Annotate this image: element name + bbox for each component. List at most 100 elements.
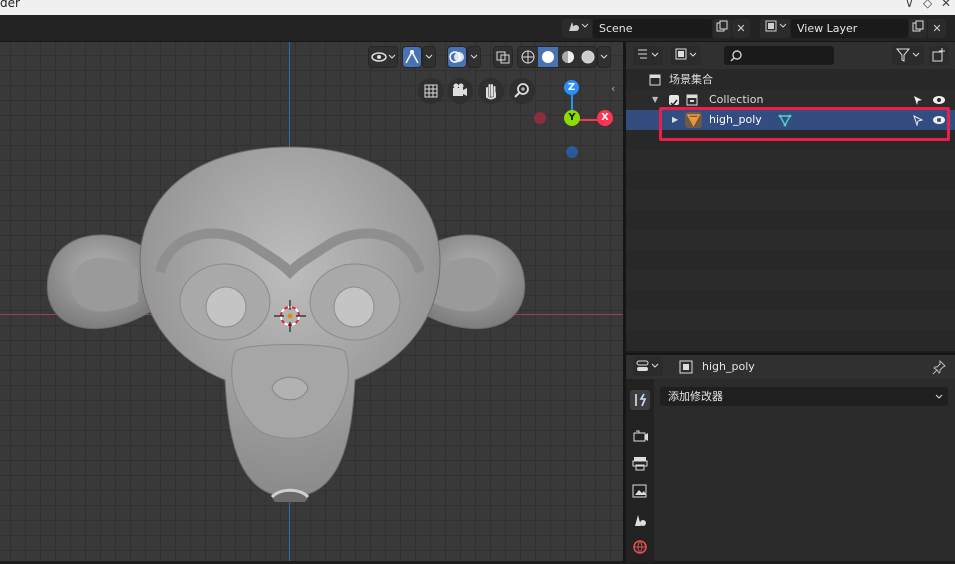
overlays-dropdown-chevron[interactable]	[467, 46, 481, 68]
tab-world[interactable]	[630, 537, 650, 557]
hand-icon	[486, 84, 496, 100]
outliner-search-input[interactable]	[724, 46, 834, 65]
copy-scene-icon[interactable]	[713, 19, 731, 38]
camera-icon	[453, 83, 467, 96]
tab-render[interactable]	[630, 426, 650, 446]
remove-view-layer-icon[interactable]: ✕	[928, 19, 946, 38]
outliner-empty-row	[626, 290, 955, 310]
chevron-down-icon	[425, 54, 433, 59]
render-layer-icon	[765, 20, 787, 32]
outliner-empty-row	[626, 330, 955, 350]
scene-collection-icon	[649, 74, 661, 86]
collapse-triangle-icon[interactable]: ▼	[652, 90, 658, 110]
pin-icon[interactable]	[931, 359, 947, 375]
scene-name-field[interactable]: Scene	[593, 19, 712, 38]
properties-editor-icon	[636, 360, 659, 371]
printer-icon	[632, 457, 648, 471]
outliner-panel: 场景集合 ▼ Collection ▶ high_poly	[626, 42, 955, 351]
gizmo-x-axis[interactable]: X	[597, 110, 613, 126]
eye-visibility-icon	[371, 52, 396, 62]
search-icon	[730, 50, 742, 62]
selectable-arrow-icon[interactable]	[912, 94, 924, 106]
overlays-toggle-button[interactable]	[447, 46, 467, 68]
chevron-down-icon	[470, 54, 478, 59]
tab-output[interactable]	[630, 453, 650, 473]
3d-cursor-icon[interactable]	[274, 300, 306, 332]
material-shading-icon[interactable]	[562, 51, 574, 63]
display-mode-dropdown[interactable]	[633, 46, 663, 65]
filter-dropdown[interactable]	[892, 46, 924, 65]
properties-tab-bar	[626, 379, 654, 563]
scene-icon	[635, 515, 646, 526]
wireframe-shading-icon[interactable]	[521, 50, 535, 64]
scene-icon	[569, 22, 589, 31]
filter-display-dropdown[interactable]	[671, 46, 701, 65]
object-icon	[679, 360, 693, 374]
gizmo-negative-z-axis[interactable]	[566, 146, 578, 158]
outliner-empty-row	[626, 210, 955, 230]
image-icon	[632, 484, 647, 498]
wrench-icon	[635, 393, 647, 407]
properties-panel: high_poly 添加修改器	[626, 353, 955, 563]
xray-icon	[496, 51, 510, 64]
close-window-icon[interactable]: ✕	[941, 0, 951, 10]
scene-selector-button[interactable]	[562, 19, 592, 38]
editor-type-dropdown[interactable]	[633, 357, 663, 376]
view-layer-selector-button[interactable]	[760, 19, 790, 38]
outliner-mode-icon	[638, 49, 659, 59]
gizmo-z-axis[interactable]: Z	[564, 80, 579, 95]
chevron-down-icon	[935, 394, 943, 399]
window-titlebar: der ∨ ◇ ✕	[0, 0, 955, 15]
rendered-shading-icon[interactable]	[581, 50, 595, 64]
eye-icon[interactable]	[932, 94, 946, 106]
outliner-header	[626, 42, 955, 69]
restore-icon[interactable]: ◇	[923, 0, 932, 10]
remove-scene-icon[interactable]: ✕	[732, 19, 750, 38]
collection-checkbox[interactable]	[669, 95, 679, 107]
object-visibility-dropdown[interactable]	[368, 46, 398, 68]
minimize-icon[interactable]: ∨	[905, 0, 914, 10]
tab-modifiers[interactable]	[630, 390, 650, 410]
collection-icon	[686, 94, 698, 106]
new-collection-icon	[932, 48, 945, 62]
new-collection-button[interactable]	[929, 46, 949, 65]
tab-scene[interactable]	[630, 510, 650, 530]
grid-icon	[424, 84, 438, 98]
active-object-name: high_poly	[702, 360, 755, 373]
shading-dropdown-chevron[interactable]	[597, 46, 611, 68]
outliner-empty-row	[626, 170, 955, 190]
shading-mode-group	[517, 46, 597, 68]
overlays-icon	[449, 51, 464, 63]
xray-toggle-button[interactable]	[493, 46, 513, 68]
add-modifier-dropdown[interactable]: 添加修改器	[660, 387, 948, 406]
render-layer-icon	[675, 48, 697, 60]
gizmo-toggle-button[interactable]	[402, 46, 422, 68]
filter-icon	[895, 48, 920, 62]
camera-view-button[interactable]	[447, 78, 473, 104]
3d-viewport[interactable]: ‹ Z Y X	[0, 42, 623, 561]
gizmo-y-axis[interactable]: Y	[564, 110, 580, 126]
window-title: der	[0, 0, 20, 10]
toggle-ortho-grid-button[interactable]	[418, 78, 444, 104]
outliner-empty-row	[626, 150, 955, 170]
outliner-empty-row	[626, 250, 955, 270]
annotation-highlight-box	[659, 107, 950, 141]
gizmo-dropdown-chevron[interactable]	[422, 46, 436, 68]
view-layer-name-field[interactable]: View Layer	[791, 19, 908, 38]
outliner-empty-row	[626, 190, 955, 210]
solid-shading-icon[interactable]	[542, 51, 554, 63]
outliner-row-scene-collection[interactable]: 场景集合	[626, 70, 955, 90]
world-icon	[633, 540, 647, 554]
properties-header: high_poly	[626, 355, 955, 379]
gizmo-icon	[405, 50, 419, 64]
top-header-bar: Scene ✕ View Layer ✕	[0, 15, 955, 42]
navigation-gizmo[interactable]	[528, 78, 618, 198]
outliner-empty-row	[626, 230, 955, 250]
pan-view-button[interactable]	[478, 78, 504, 104]
outliner-empty-row	[626, 310, 955, 330]
copy-view-layer-icon[interactable]	[909, 19, 927, 38]
gizmo-negative-x-axis[interactable]	[534, 112, 546, 124]
outliner-empty-row	[626, 270, 955, 290]
chevron-down-icon	[600, 54, 608, 59]
tab-view-layer[interactable]	[630, 481, 650, 501]
